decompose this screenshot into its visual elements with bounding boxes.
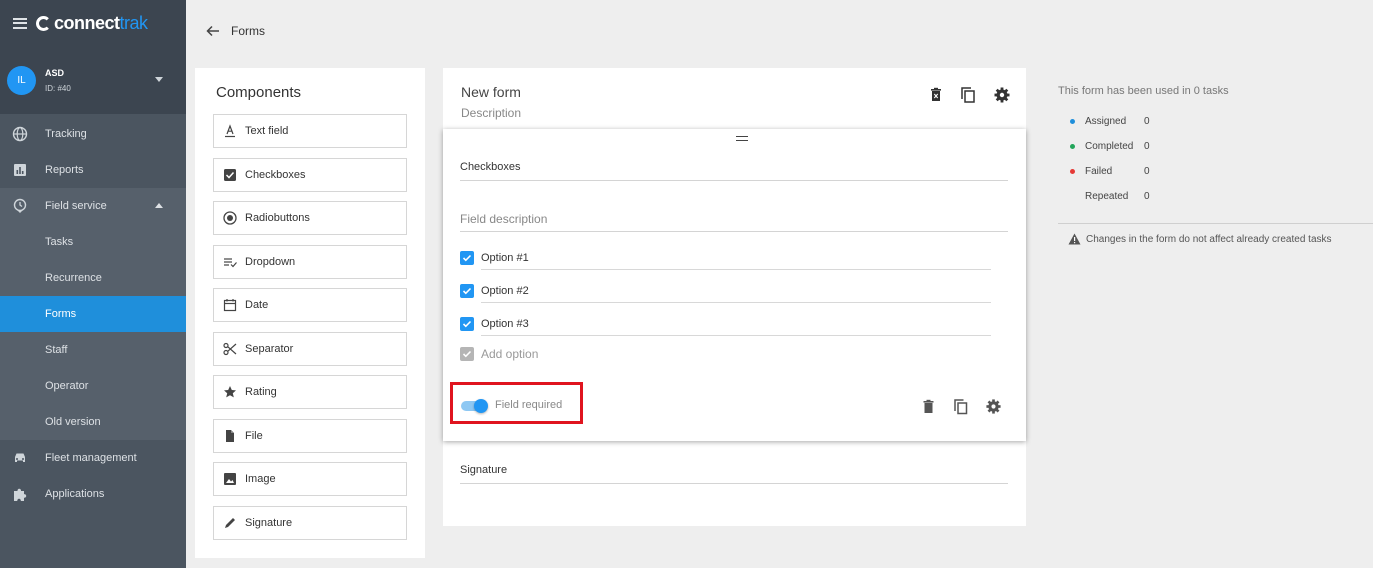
checkbox-checked-icon[interactable] xyxy=(460,317,474,331)
sidebar-item-staff[interactable]: Staff xyxy=(0,332,186,368)
pen-icon xyxy=(223,516,237,530)
divider xyxy=(481,269,991,270)
checkbox-disabled-icon xyxy=(460,347,474,361)
field-title-input[interactable]: Checkboxes xyxy=(460,161,1008,181)
puzzle-icon xyxy=(14,488,27,501)
page-title: Forms xyxy=(231,24,265,38)
checkbox-checked-icon[interactable] xyxy=(460,251,474,265)
sidebar-item-reports[interactable]: Reports xyxy=(0,152,186,188)
warning-note: Changes in the form do not affect alread… xyxy=(1068,233,1332,245)
menu-icon[interactable] xyxy=(13,17,27,29)
sidebar-item-applications[interactable]: Applications xyxy=(0,476,186,512)
sidebar-item-recurrence[interactable]: Recurrence xyxy=(0,260,186,296)
avatar: IL xyxy=(7,65,36,95)
gear-icon[interactable] xyxy=(993,86,1011,104)
sidebar-item-operator[interactable]: Operator xyxy=(0,368,186,404)
status-dot xyxy=(1070,119,1075,124)
sidebar: connect trak IL ASD ID: #40 Tracking Repo… xyxy=(0,0,186,568)
delete-form-icon[interactable] xyxy=(927,86,945,104)
usage-summary: This form has been used in 0 tasks xyxy=(1058,85,1229,97)
divider xyxy=(481,302,991,303)
component-date[interactable]: Date xyxy=(213,288,407,322)
delete-field-icon[interactable] xyxy=(920,398,937,415)
file-icon xyxy=(223,429,237,443)
stat-failed: Failed 0 xyxy=(1070,166,1150,177)
component-separator[interactable]: Separator xyxy=(213,332,407,366)
drag-handle-icon[interactable] xyxy=(736,136,748,141)
sidebar-item-fleet-management[interactable]: Fleet management xyxy=(0,440,186,476)
status-dot xyxy=(1070,169,1075,174)
option-1[interactable]: Option #1 xyxy=(460,251,529,265)
sidebar-header: connect trak xyxy=(0,0,186,46)
checkbox-icon xyxy=(223,168,237,182)
component-rating[interactable]: Rating xyxy=(213,375,407,409)
stat-assigned: Assigned 0 xyxy=(1070,116,1150,127)
status-dot xyxy=(1070,144,1075,149)
sidebar-item-tracking[interactable]: Tracking xyxy=(0,116,186,152)
chevron-down-icon[interactable] xyxy=(155,77,163,82)
option-2[interactable]: Option #2 xyxy=(460,284,529,298)
user-id: ID: #40 xyxy=(45,83,71,93)
form-title[interactable]: New form xyxy=(461,84,521,100)
car-icon xyxy=(15,453,25,462)
copy-form-icon[interactable] xyxy=(959,86,977,104)
bar-chart-icon xyxy=(14,164,26,176)
app-logo[interactable]: connect trak xyxy=(36,13,148,34)
user-name: ASD xyxy=(45,67,65,78)
copy-field-icon[interactable] xyxy=(952,398,969,415)
component-signature[interactable]: Signature xyxy=(213,506,407,540)
form-description[interactable]: Description xyxy=(461,106,521,120)
field-settings-icon[interactable] xyxy=(985,398,1002,415)
component-radiobuttons[interactable]: Radiobuttons xyxy=(213,201,407,235)
dropdown-list-icon xyxy=(223,255,237,269)
signature-field[interactable]: Signature xyxy=(460,464,1008,484)
component-checkboxes[interactable]: Checkboxes xyxy=(213,158,407,192)
scissors-icon xyxy=(223,342,237,356)
breadcrumb: Forms xyxy=(206,24,265,38)
sidebar-item-forms[interactable]: Forms xyxy=(0,296,186,332)
components-title: Components xyxy=(216,84,302,101)
chevron-up-icon xyxy=(155,203,163,208)
component-image[interactable]: Image xyxy=(213,462,407,496)
sidebar-item-tasks[interactable]: Tasks xyxy=(0,224,186,260)
user-profile[interactable]: IL ASD ID: #40 xyxy=(0,46,186,114)
calendar-icon xyxy=(223,298,237,312)
stat-repeated: Repeated 0 xyxy=(1085,191,1150,202)
globe-icon xyxy=(12,126,28,142)
highlight-box xyxy=(450,382,583,424)
divider xyxy=(1058,223,1373,224)
back-arrow-icon[interactable] xyxy=(206,24,220,38)
radio-icon xyxy=(223,211,237,225)
clock-pin-icon xyxy=(13,198,27,213)
checkbox-checked-icon[interactable] xyxy=(460,284,474,298)
warning-icon xyxy=(1068,233,1081,245)
sidebar-nav: Tracking Reports Field service Tasks Rec… xyxy=(0,116,186,512)
component-dropdown[interactable]: Dropdown xyxy=(213,245,407,279)
star-icon xyxy=(223,385,237,399)
field-description-input[interactable]: Field description xyxy=(460,212,1008,232)
sidebar-item-field-service[interactable]: Field service xyxy=(0,188,186,224)
option-3[interactable]: Option #3 xyxy=(460,317,529,331)
component-text-field[interactable]: Text field xyxy=(213,114,407,148)
sidebar-item-old-version[interactable]: Old version xyxy=(0,404,186,440)
stat-completed: Completed 0 xyxy=(1070,141,1150,152)
components-panel: Components Text field Checkboxes Radiobu… xyxy=(195,68,425,558)
image-icon xyxy=(223,472,237,486)
text-field-icon xyxy=(223,124,237,138)
component-file[interactable]: File xyxy=(213,419,407,453)
divider xyxy=(481,335,991,336)
add-option[interactable]: Add option xyxy=(460,347,538,361)
